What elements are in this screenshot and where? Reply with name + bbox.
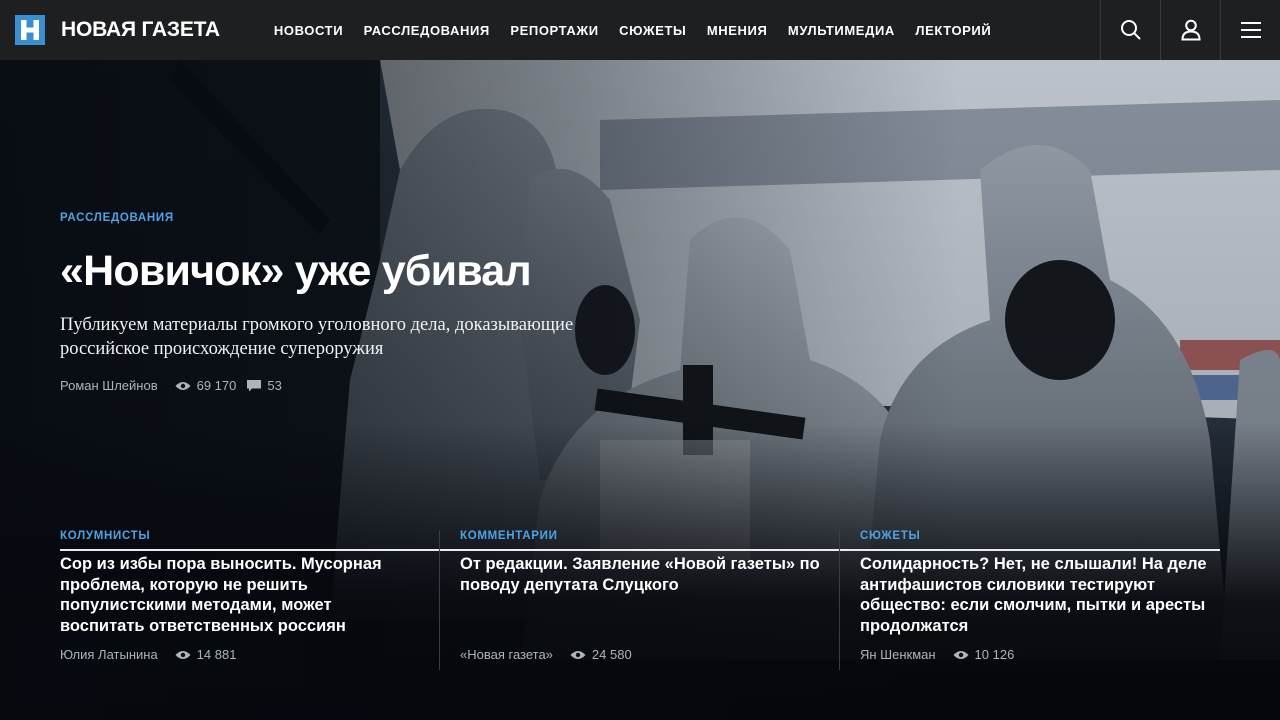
hero-lead: Публикуем материалы громкого уголовного … (60, 315, 574, 359)
nav-item-investigations[interactable]: РАССЛЕДОВАНИЯ (364, 23, 490, 38)
card-title[interactable]: От редакции. Заявление «Новой газеты» по… (460, 554, 820, 595)
hero-title: «Новичок» уже убивал (60, 247, 532, 295)
column-separator (839, 530, 840, 670)
card-meta: Ян Шенкман 10 126 (860, 647, 1025, 662)
article-card[interactable]: КОЛУМНИСТЫ Сор из избы пора выносить. Му… (60, 530, 420, 720)
views-count: 24 580 (591, 647, 632, 662)
views-count: 69 170 (196, 378, 237, 393)
nav-item-multimedia[interactable]: МУЛЬТИМЕДИА (788, 23, 895, 38)
card-title[interactable]: Солидарность? Нет, не слышали! На деле а… (860, 554, 1220, 636)
views-counter: 14 881 (175, 647, 237, 662)
article-card[interactable]: СЮЖЕТЫ Солидарность? Нет, не слышали! На… (860, 530, 1220, 720)
site-name: НОВАЯ ГАЗЕТА (61, 18, 220, 41)
views-count: 10 126 (974, 647, 1015, 662)
newspaper-logo-icon (15, 15, 45, 45)
nav-item-stories[interactable]: СЮЖЕТЫ (619, 23, 686, 38)
card-meta: «Новая газета» 24 580 (460, 647, 643, 662)
hero-meta: Роман Шлейнов 69 170 53 (60, 378, 293, 393)
card-category-link[interactable]: СЮЖЕТЫ (860, 530, 1220, 542)
card-author[interactable]: Ян Шенкман (860, 647, 936, 662)
article-card[interactable]: КОММЕНТАРИИ От редакции. Заявление «Ново… (460, 530, 820, 720)
nav-item-opinions[interactable]: МНЕНИЯ (707, 23, 768, 38)
hero-category-link[interactable]: РАССЛЕДОВАНИЯ (60, 212, 174, 224)
main-nav: НОВОСТИ РАССЛЕДОВАНИЯ РЕПОРТАЖИ СЮЖЕТЫ М… (274, 0, 1012, 60)
eye-icon (175, 650, 191, 659)
hero-author-link[interactable]: Роман Шлейнов (60, 378, 158, 393)
card-category-link[interactable]: КОММЕНТАРИИ (460, 530, 820, 542)
header-actions (1100, 0, 1280, 60)
card-category-link[interactable]: КОЛУМНИСТЫ (60, 530, 420, 542)
card-author[interactable]: «Новая газета» (460, 647, 553, 662)
profile-button[interactable] (1160, 0, 1220, 60)
eye-icon (953, 650, 969, 659)
nav-item-reports[interactable]: РЕПОРТАЖИ (510, 23, 598, 38)
views-counter: 69 170 (175, 378, 237, 393)
card-author[interactable]: Юлия Латынина (60, 647, 158, 662)
comments-count: 53 (267, 378, 282, 393)
user-icon (1180, 19, 1201, 41)
eye-icon (570, 650, 586, 659)
site-logo-link[interactable]: НОВАЯ ГАЗЕТА (15, 0, 220, 60)
column-separator (439, 530, 440, 670)
card-title[interactable]: Сор из избы пора выносить. Мусорная проб… (60, 554, 420, 636)
nav-item-lectures[interactable]: ЛЕКТОРИЙ (915, 23, 991, 38)
comment-icon (247, 379, 262, 391)
featured-articles: КОЛУМНИСТЫ Сор из избы пора выносить. Му… (0, 530, 1280, 720)
views-count: 14 881 (196, 647, 237, 662)
views-counter: 24 580 (570, 647, 632, 662)
card-meta: Юлия Латынина 14 881 (60, 647, 247, 662)
views-counter: 10 126 (953, 647, 1015, 662)
search-icon (1120, 20, 1141, 40)
menu-icon (1240, 22, 1261, 38)
comments-counter[interactable]: 53 (247, 378, 282, 393)
search-button[interactable] (1100, 0, 1160, 60)
nav-item-news[interactable]: НОВОСТИ (274, 23, 343, 38)
site-header: НОВАЯ ГАЗЕТА НОВОСТИ РАССЛЕДОВАНИЯ РЕПОР… (0, 0, 1280, 60)
menu-button[interactable] (1220, 0, 1280, 60)
eye-icon (175, 381, 191, 390)
